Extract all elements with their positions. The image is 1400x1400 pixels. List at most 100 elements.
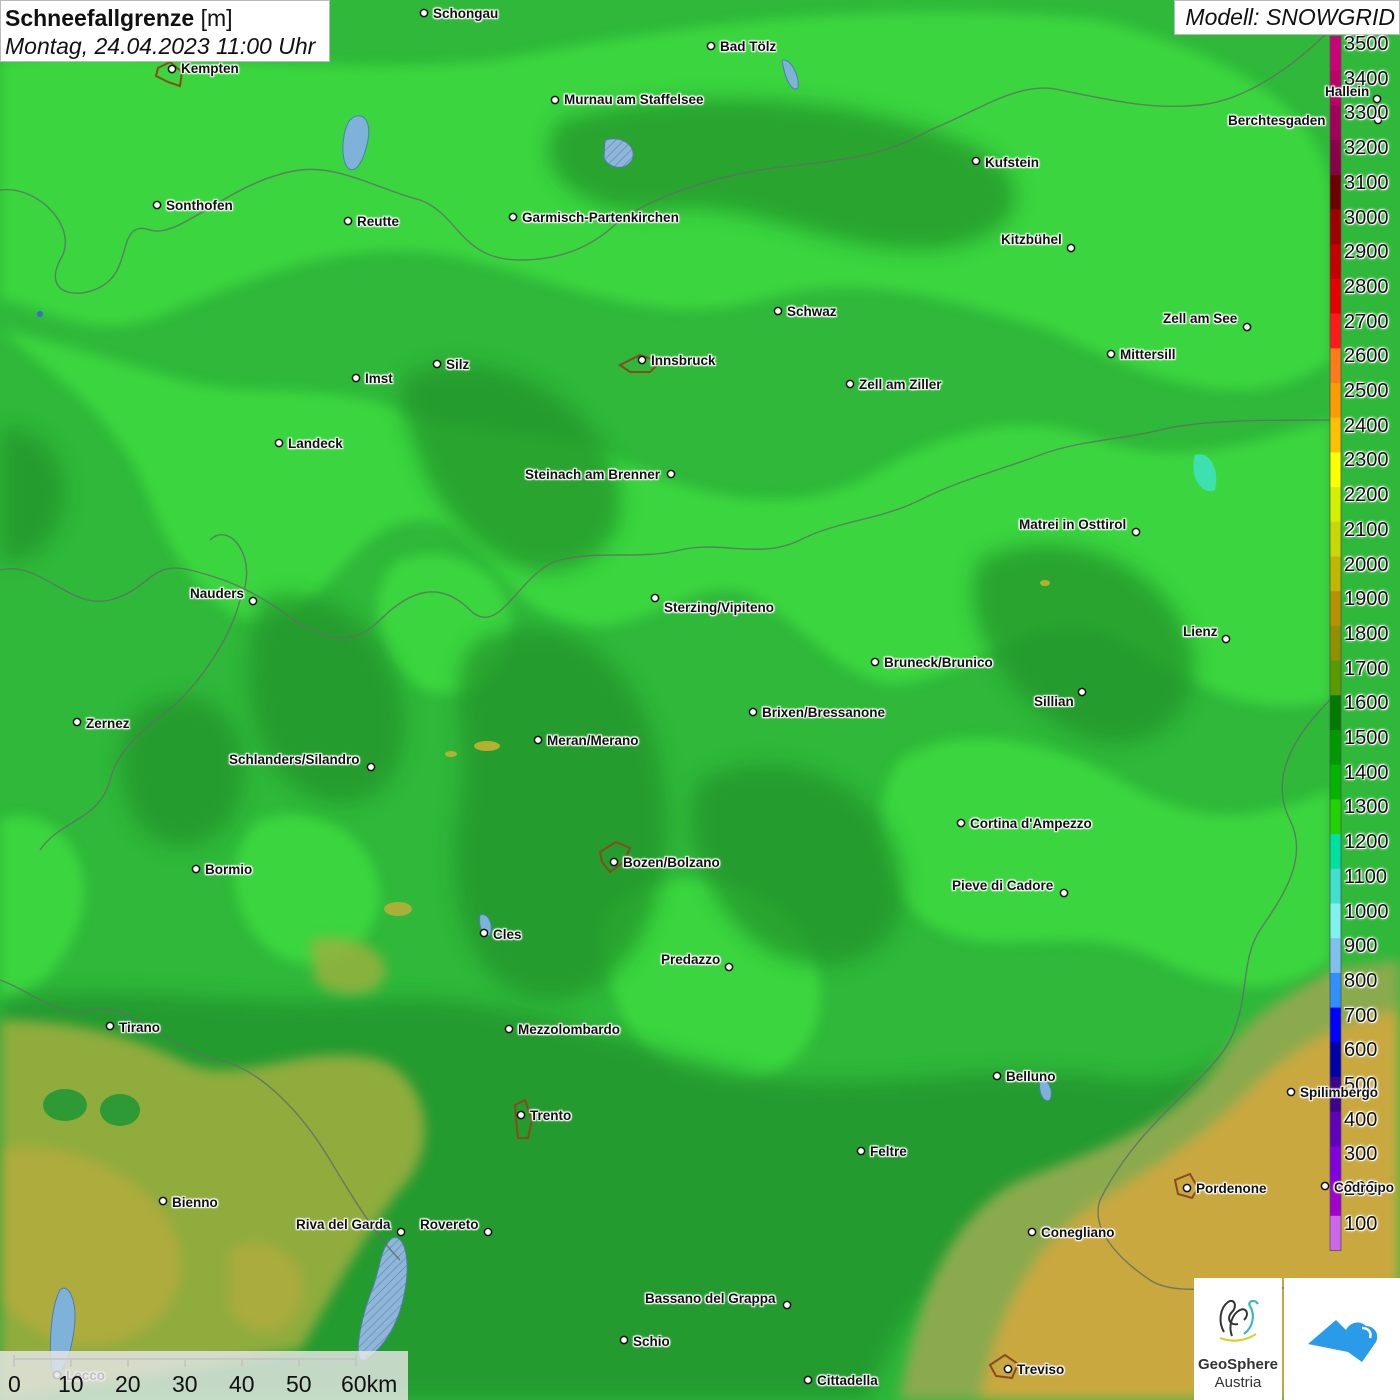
city-label: Pordenone	[1196, 1181, 1267, 1196]
app-logo[interactable]	[1284, 1278, 1400, 1400]
city-label: Meran/Merano	[547, 733, 639, 748]
city-marker	[845, 379, 855, 389]
scale-label: 40	[229, 1371, 255, 1397]
city-marker	[1221, 634, 1231, 644]
legend-label: 2400	[1344, 414, 1389, 437]
city-label: Kempten	[181, 61, 239, 76]
legend-label: 1900	[1344, 588, 1389, 611]
legend-swatch	[1330, 209, 1341, 245]
map-datetime: Montag, 24.04.2023 11:00 Uhr	[5, 33, 316, 59]
city-label: Trento	[530, 1108, 572, 1123]
city-label: Sillian	[1034, 694, 1074, 709]
legend-swatch	[1330, 1042, 1341, 1078]
city-marker	[533, 735, 543, 745]
scale-label: 60km	[341, 1371, 398, 1397]
legend-swatch	[1330, 313, 1341, 349]
legend-swatch	[1330, 140, 1341, 176]
city-label: Imst	[365, 371, 393, 386]
map-title-box: Schneefallgrenze [m] Montag, 24.04.2023 …	[0, 0, 330, 62]
legend-swatch	[1330, 868, 1341, 904]
legend-swatch	[1330, 1146, 1341, 1182]
model-label: Modell: SNOWGRID	[1174, 0, 1400, 35]
city-marker	[152, 200, 162, 210]
city-marker	[1286, 1087, 1296, 1097]
city-label: Mittersill	[1120, 347, 1176, 362]
cloud-arrow-icon	[1308, 1320, 1378, 1362]
legend-label: 400	[1344, 1108, 1378, 1131]
legend-swatch	[1330, 1111, 1341, 1147]
city-label: Bruneck/Brunico	[884, 655, 993, 670]
city-label: Brixen/Bressanone	[762, 705, 886, 720]
city-label: Reutte	[357, 214, 400, 229]
legend-swatch	[1330, 764, 1341, 800]
city-label: Bassano del Grappa	[645, 1291, 776, 1306]
city-marker	[870, 657, 880, 667]
city-label: Bienno	[172, 1195, 218, 1210]
legend-label: 2200	[1344, 484, 1389, 507]
legend-swatch	[1330, 938, 1341, 974]
city-label: Rovereto	[420, 1217, 479, 1232]
legend-label: 2800	[1344, 275, 1389, 298]
legend-label: 1600	[1344, 692, 1389, 715]
city-label: Bozen/Bolzano	[623, 855, 720, 870]
city-marker	[105, 1021, 115, 1031]
city-marker	[1003, 1364, 1013, 1374]
city-marker	[773, 306, 783, 316]
city-marker	[483, 1227, 493, 1237]
legend-label: 2500	[1344, 380, 1389, 402]
legend-label: 3100	[1344, 171, 1389, 194]
city-marker	[856, 1146, 866, 1156]
city-label: Zell am Ziller	[859, 377, 942, 392]
legend-label: 1100	[1344, 865, 1388, 888]
city-label: Cortina d'Ampezzo	[970, 816, 1092, 831]
legend-swatch	[1330, 591, 1341, 627]
legend-label: 600	[1344, 1039, 1378, 1062]
legend-label: 2000	[1344, 553, 1389, 576]
legend-label: 3300	[1344, 102, 1389, 125]
city-label: Treviso	[1017, 1362, 1065, 1377]
title-text: Schneefallgrenze	[5, 5, 195, 31]
scale-label: 50	[286, 1371, 312, 1397]
city-marker	[1066, 243, 1076, 253]
legend-swatch	[1330, 903, 1341, 939]
legend-swatch	[1330, 487, 1341, 523]
city-label: Innsbruck	[651, 353, 716, 368]
city-label: Mezzolombardo	[518, 1022, 621, 1037]
legend-swatch	[1330, 556, 1341, 592]
legend-swatch	[1330, 174, 1341, 210]
city-marker	[609, 857, 619, 867]
legend-label: 1000	[1344, 900, 1389, 923]
city-marker	[72, 717, 82, 727]
legend-label: 3500	[1344, 33, 1389, 55]
legend-swatch	[1330, 417, 1341, 453]
legend-label: 3200	[1344, 137, 1389, 160]
city-label: Belluno	[1006, 1069, 1056, 1084]
legend-label: 2900	[1344, 241, 1389, 264]
city-label: Silz	[446, 357, 470, 372]
city-label: Murnau am Staffelsee	[564, 92, 704, 107]
city-marker	[366, 762, 376, 772]
city-label: Steinach am Brenner	[525, 467, 661, 482]
legend-color-bar	[1329, 35, 1342, 1251]
city-marker	[1242, 322, 1252, 332]
legend-swatch	[1330, 799, 1341, 835]
legend-label: 800	[1344, 969, 1378, 992]
legend-label: 2700	[1344, 310, 1389, 333]
legend-swatch	[1330, 834, 1341, 870]
city-marker	[167, 64, 177, 74]
city-label: Lienz	[1183, 624, 1218, 639]
city-label: Kitzbühel	[1001, 232, 1062, 247]
city-marker	[619, 1335, 629, 1345]
city-marker	[1059, 888, 1069, 898]
city-label: Schwaz	[787, 304, 837, 319]
city-marker	[748, 707, 758, 717]
city-marker	[351, 373, 361, 383]
city-label: Conegliano	[1041, 1225, 1115, 1240]
city-marker	[550, 95, 560, 105]
legend-swatch	[1330, 1215, 1341, 1251]
scale-label: 30	[172, 1371, 198, 1397]
legend-swatch	[1330, 105, 1341, 141]
city-label: Schongau	[433, 6, 499, 21]
city-marker	[637, 355, 647, 365]
geosphere-logo[interactable]: GeoSphere Austria	[1194, 1278, 1282, 1400]
